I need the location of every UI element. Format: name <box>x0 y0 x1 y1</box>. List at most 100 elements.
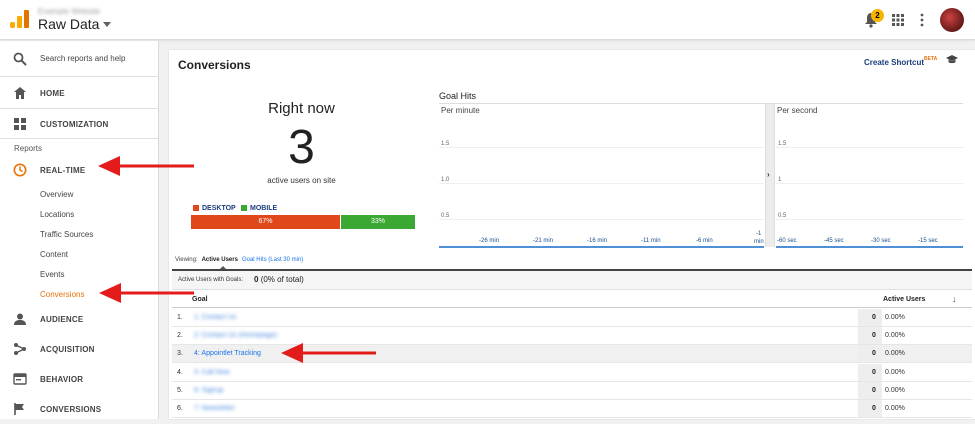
table-header: Goal Active Users ↓ <box>172 291 972 308</box>
active-users-value: 0 <box>872 332 876 340</box>
active-goals-count: 0 <box>254 275 259 284</box>
x-tick: -45 sec <box>824 238 844 244</box>
sidebar: Search reports and help HOME CUSTOMIZATI… <box>0 41 159 419</box>
active-users-value: 0 <box>872 350 876 358</box>
active-users-with-goals-bar: Active Users with Goals: 0 (0% of total) <box>172 271 972 290</box>
row-index: 6. <box>177 405 183 412</box>
active-users-value: 0 <box>872 405 876 412</box>
gridline <box>439 183 764 184</box>
beta-badge: BETA <box>924 56 938 62</box>
chevron-down-icon[interactable] <box>103 22 111 27</box>
sidebar-item-label: BEHAVIOR <box>40 375 84 384</box>
goal-hits-title: Goal Hits <box>439 91 477 101</box>
tab-active-users[interactable]: Active Users <box>202 257 238 263</box>
viewing-label: Viewing: <box>175 257 198 263</box>
sort-descending-icon[interactable]: ↓ <box>952 294 957 304</box>
gridline <box>439 147 764 148</box>
table-row[interactable]: 1. 1: Contact Us 0 0.00% <box>172 309 972 327</box>
x-tick: -21 min <box>533 238 554 244</box>
sidebar-subitem-conversions[interactable]: Conversions <box>40 290 84 299</box>
top-bar: Example Website Raw Data 2 <box>0 0 975 40</box>
goal-link[interactable]: 2: Contact Us (Homepage) <box>194 332 277 339</box>
column-header-active-users[interactable]: Active Users <box>883 296 925 303</box>
x-tick: -1 <box>756 231 762 237</box>
active-users-percent: 0.00% <box>885 332 905 340</box>
account-name[interactable]: Example Website <box>38 7 100 16</box>
active-goals-value: 0 (0% of total) <box>254 275 304 284</box>
per-minute-label: Per minute <box>441 106 480 115</box>
row-index: 5. <box>177 386 183 394</box>
sidebar-subitem-traffic-sources[interactable]: Traffic Sources <box>40 230 93 239</box>
clock-icon <box>13 163 27 177</box>
dashboard-icon <box>14 118 26 130</box>
create-shortcut-link[interactable]: Create Shortcut <box>864 58 924 67</box>
y-tick: 0.5 <box>441 213 450 219</box>
divider <box>0 138 158 139</box>
tab-goal-hits[interactable]: Goal Hits (Last 30 min) <box>242 257 303 263</box>
x-tick: -15 sec <box>918 238 938 244</box>
sidebar-item-customization[interactable]: CUSTOMIZATION <box>0 109 158 139</box>
more-vert-icon[interactable] <box>920 13 924 27</box>
desktop-swatch <box>193 205 199 211</box>
red-arrow-annotation <box>281 343 376 363</box>
sidebar-subitem-content[interactable]: Content <box>40 250 68 259</box>
x-tick: -11 min <box>641 238 661 244</box>
reports-section-heading: Reports <box>14 144 43 153</box>
device-split-bar: 67% 33% <box>191 215 415 229</box>
baseline <box>776 246 963 248</box>
sidebar-item-label: HOME <box>40 89 65 98</box>
table-row[interactable]: 4. 5: Call Now 0 0.00% <box>172 363 972 382</box>
goal-link[interactable]: 4: Appointlet Tracking <box>194 350 261 357</box>
x-tick: -26 min <box>479 238 500 244</box>
active-users-value: 0 <box>872 314 876 321</box>
sidebar-item-acquisition[interactable]: ACQUISITION <box>0 334 158 364</box>
graduation-cap-icon[interactable] <box>946 55 958 65</box>
sidebar-subitem-overview[interactable]: Overview <box>40 190 73 199</box>
goal-link[interactable]: 5: Call Now <box>194 369 230 376</box>
mobile-share-segment: 33% <box>341 215 415 229</box>
goal-hits-chart: Per minute Per second 1.5 1.0 0.5 1.5 1 … <box>439 103 963 249</box>
table-row[interactable]: 6. 7: Newsletter 0 0.00% <box>172 400 972 418</box>
red-arrow-annotation <box>98 156 194 176</box>
x-tick: -60 sec <box>777 238 797 244</box>
legend-desktop-label: DESKTOP <box>202 205 236 212</box>
sidebar-subitem-locations[interactable]: Locations <box>40 210 74 219</box>
gridline <box>776 219 963 220</box>
desktop-share-segment: 67% <box>191 215 340 229</box>
legend-mobile: MOBILE <box>241 205 277 212</box>
x-tick-wrap: min <box>754 239 764 245</box>
sidebar-item-label: ACQUISITION <box>40 345 95 354</box>
value-cell <box>858 363 882 381</box>
value-cell <box>858 309 882 326</box>
flag-icon <box>14 403 24 415</box>
sidebar-search[interactable]: Search reports and help <box>0 41 158 77</box>
person-icon <box>14 313 26 325</box>
active-goals-percent: (0% of total) <box>260 275 304 284</box>
active-users-value: 0 <box>872 386 876 394</box>
x-tick: -30 sec <box>871 238 891 244</box>
sidebar-item-home[interactable]: HOME <box>0 78 158 108</box>
legend-desktop: DESKTOP <box>193 205 236 212</box>
value-cell <box>858 381 882 399</box>
sidebar-item-behavior[interactable]: BEHAVIOR <box>0 364 158 394</box>
active-users-value: 0 <box>872 368 876 376</box>
chevron-right-icon[interactable]: › <box>767 170 770 179</box>
analytics-logo-icon[interactable] <box>10 10 30 28</box>
active-users-percent: 0.00% <box>885 350 905 358</box>
y-tick: 1 <box>778 177 782 183</box>
goal-link[interactable]: 1: Contact Us <box>194 314 236 321</box>
gridline <box>776 147 963 148</box>
sidebar-item-audience[interactable]: AUDIENCE <box>0 304 158 334</box>
sidebar-item-conversions[interactable]: CONVERSIONS <box>0 394 158 424</box>
y-tick: 1.5 <box>441 141 450 147</box>
sidebar-item-label: CUSTOMIZATION <box>40 120 109 129</box>
goal-link[interactable]: 6: Signup <box>194 387 224 394</box>
apps-grid-icon[interactable] <box>892 14 904 26</box>
sidebar-subitem-events[interactable]: Events <box>40 270 64 279</box>
goal-link[interactable]: 7: Newsletter <box>194 405 235 412</box>
home-icon <box>14 87 26 99</box>
view-selector-title[interactable]: Raw Data <box>38 16 99 32</box>
gridline <box>776 183 963 184</box>
avatar[interactable] <box>940 8 964 32</box>
table-row[interactable]: 5. 6: Signup 0 0.00% <box>172 381 972 400</box>
